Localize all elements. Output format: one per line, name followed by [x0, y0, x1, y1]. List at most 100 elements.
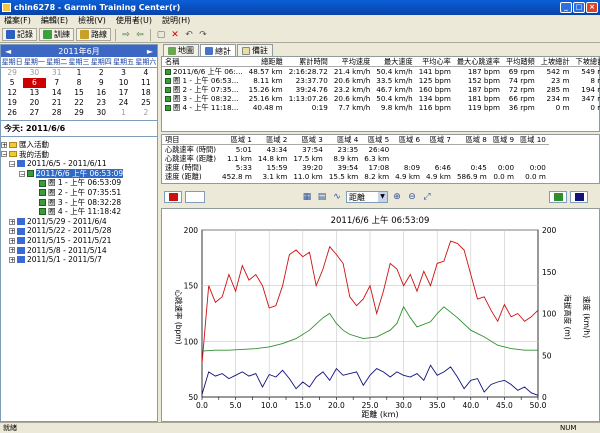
calendar-day[interactable]: 12 [1, 88, 23, 98]
tree-node-week[interactable]: +2011/5/22 - 2011/5/28 [1, 226, 157, 236]
summary-row[interactable]: 2011/6/6 上午 06:... 48.57 km 2:16:28.72 21.4… [162, 67, 600, 76]
tree-node-week[interactable]: +2011/5/15 - 2011/5/21 [1, 236, 157, 246]
calendar-day[interactable]: 3 [112, 68, 134, 78]
column-header[interactable]: 最大心跳速率 [453, 57, 503, 67]
expand-icon[interactable]: + [1, 141, 7, 148]
calendar-day[interactable]: 27 [23, 108, 45, 118]
column-header[interactable]: 平均速度 [330, 57, 374, 67]
zoom-fit-icon[interactable]: ⤢ [421, 192, 433, 203]
minimize-button[interactable]: _ [560, 2, 572, 13]
next-month-icon[interactable]: ► [147, 47, 153, 56]
receive-from-device-icon[interactable]: ⇦ [134, 29, 146, 40]
delete-icon[interactable]: ✕ [169, 29, 181, 40]
zoom-in-icon[interactable]: ⊕ [391, 192, 403, 203]
tree-node-week[interactable]: +2011/5/1 - 2011/5/7 [1, 255, 157, 265]
calendar-day[interactable]: 11 [135, 78, 157, 88]
calendar-day[interactable]: 2 [135, 108, 157, 118]
expand-icon[interactable]: + [9, 247, 15, 254]
menu-help[interactable]: 說明(H) [162, 15, 190, 27]
calendar-day[interactable]: 30 [23, 68, 45, 78]
calendar-day[interactable]: 15 [68, 88, 90, 98]
calendar-day[interactable]: 9 [90, 78, 112, 88]
calendar-day[interactable]: 26 [1, 108, 23, 118]
tab-map[interactable]: 地圖 [163, 44, 199, 56]
zone-row[interactable]: 速度 (時間) 5:33 15:59 39:20 39:54 17:08 8:09 6:46 0… [162, 163, 549, 172]
calendar-day[interactable]: 13 [23, 88, 45, 98]
calendar-day[interactable]: 31 [46, 68, 68, 78]
column-header[interactable]: 名稱 [162, 57, 246, 67]
summary-row[interactable]: 圈 4 - 上午 11:18... 40.48 m 0:19 7.7 km/h 9.8 … [162, 103, 600, 112]
new-icon[interactable]: ▢ [155, 29, 167, 40]
calendar-day[interactable]: 23 [90, 98, 112, 108]
tree-node-lap[interactable]: 圈 3 - 上午 08:32:28 [1, 198, 157, 208]
menu-view[interactable]: 檢視(V) [78, 15, 106, 27]
column-header[interactable]: 總距離 [245, 57, 286, 67]
menu-edit[interactable]: 編輯(E) [41, 15, 68, 27]
calendar-day[interactable]: 1 [112, 108, 134, 118]
calendar-day[interactable]: 2 [90, 68, 112, 78]
column-header[interactable]: 區域 5 [361, 135, 393, 145]
zoom-out-icon[interactable]: ⊖ [406, 192, 418, 203]
expand-icon[interactable]: + [9, 256, 15, 263]
zone-row[interactable]: 心跳速率 (距離) 1.1 km 14.8 km 17.5 km 8.9 km 6.3 k… [162, 154, 549, 163]
tab-notes[interactable]: 備註 [237, 44, 273, 56]
collapse-icon[interactable]: − [1, 151, 7, 158]
tree-node-inbox[interactable]: + 匯入活動 [1, 140, 157, 150]
close-button[interactable]: × [586, 2, 598, 13]
calendar-day[interactable]: 25 [135, 98, 157, 108]
calendar-day[interactable]: 6 [23, 78, 46, 88]
zone-row[interactable]: 心跳速率 (時間) 5:01 43:34 37:54 23:35 26:40 [162, 145, 549, 155]
maximize-button[interactable]: □ [573, 2, 585, 13]
series-color-picker[interactable] [164, 191, 182, 203]
send-to-device-icon[interactable]: ⇨ [120, 29, 132, 40]
calendar-day[interactable]: 14 [46, 88, 68, 98]
series-color-picker[interactable] [549, 191, 567, 203]
column-header[interactable]: 下坡總計 [572, 57, 600, 67]
calendar-day[interactable]: 10 [112, 78, 134, 88]
bar-graph-icon[interactable]: ▤ [316, 192, 328, 203]
series-color-picker[interactable] [570, 191, 588, 203]
calendar-day[interactable]: 20 [23, 98, 45, 108]
column-header[interactable]: 區域 2 [254, 135, 291, 145]
column-header[interactable]: 平均心率 [415, 57, 454, 67]
menu-file[interactable]: 檔案(F) [4, 15, 31, 27]
calendar-day[interactable]: 17 [112, 88, 134, 98]
expand-icon[interactable]: + [9, 218, 15, 225]
redo-icon[interactable]: ↷ [197, 29, 209, 40]
column-header[interactable]: 項目 [162, 135, 220, 145]
column-header[interactable]: 最大速度 [373, 57, 416, 67]
column-header[interactable]: 區域 1 [219, 135, 255, 145]
expand-icon[interactable]: + [9, 228, 15, 235]
line-graph-icon[interactable]: ∿ [331, 192, 343, 203]
collapse-icon[interactable]: − [9, 160, 15, 167]
tree-node-week[interactable]: +2011/5/29 - 2011/6/4 [1, 217, 157, 227]
training-button[interactable]: 訓練 [39, 28, 74, 41]
column-header[interactable]: 區域 8 [453, 135, 490, 145]
calendar-day[interactable]: 1 [68, 68, 90, 78]
column-header[interactable]: 上坡總計 [537, 57, 573, 67]
calendar-day[interactable]: 7 [46, 78, 68, 88]
summary-row[interactable]: 圈 2 - 上午 07:35... 15.26 km 39:24.76 23.2 km… [162, 85, 600, 94]
tree-node-lap[interactable]: 圈 1 - 上午 06:53:09 [1, 178, 157, 188]
undo-icon[interactable]: ↶ [183, 29, 195, 40]
zone-row[interactable]: 速度 (距離) 452.8 m 3.1 km 11.0 km 15.5 km 8.2 km… [162, 172, 549, 181]
record-button[interactable]: 記錄 [2, 28, 37, 41]
tree-node-week[interactable]: +2011/5/8 - 2011/5/14 [1, 246, 157, 256]
summary-row[interactable]: 圈 3 - 上午 08:32... 25.16 km 1:13:07.26 20.6 … [162, 94, 600, 103]
tree-node-lap[interactable]: 圈 2 - 上午 07:35:51 [1, 188, 157, 198]
calendar-day[interactable]: 19 [1, 98, 23, 108]
route-button[interactable]: 路線 [76, 28, 111, 41]
xaxis-select[interactable]: 距離 ▼ [346, 191, 388, 203]
column-header[interactable]: 區域 10 [517, 135, 549, 145]
tree-node-week[interactable]: −2011/6/5 - 2011/6/11 [1, 159, 157, 169]
calendar-day[interactable]: 29 [68, 108, 90, 118]
menu-user[interactable]: 使用者(U) [116, 15, 152, 27]
summary-row[interactable]: 圈 1 - 上午 06:53... 8.11 km 23:37.70 20.6 km/… [162, 76, 600, 85]
calendar-day[interactable]: 22 [68, 98, 90, 108]
tree-node-my-activities[interactable]: − 我的活動 [1, 150, 157, 160]
tree-node-lap[interactable]: 圈 4 - 上午 11:18:42 [1, 207, 157, 217]
calendar-day[interactable]: 8 [68, 78, 90, 88]
calendar-day[interactable]: 4 [135, 68, 157, 78]
column-header[interactable]: 累計時間 [285, 57, 331, 67]
calendar-day[interactable]: 28 [46, 108, 68, 118]
